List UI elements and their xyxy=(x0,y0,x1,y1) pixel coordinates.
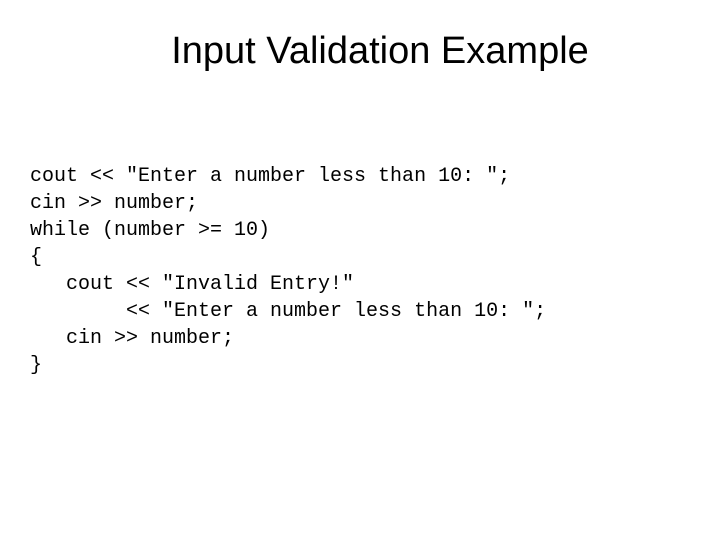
code-line: { xyxy=(30,246,42,269)
code-line: cout << "Invalid Entry!" xyxy=(30,273,354,296)
slide-title: Input Validation Example xyxy=(30,30,690,73)
code-line: while (number >= 10) xyxy=(30,219,270,242)
code-line: << "Enter a number less than 10: "; xyxy=(30,300,546,323)
code-block: cout << "Enter a number less than 10: ";… xyxy=(30,163,690,379)
code-line: cout << "Enter a number less than 10: "; xyxy=(30,165,510,188)
code-line: cin >> number; xyxy=(30,327,234,350)
code-line: cin >> number; xyxy=(30,192,198,215)
slide-container: Input Validation Example cout << "Enter … xyxy=(0,0,720,540)
code-line: } xyxy=(30,354,42,377)
